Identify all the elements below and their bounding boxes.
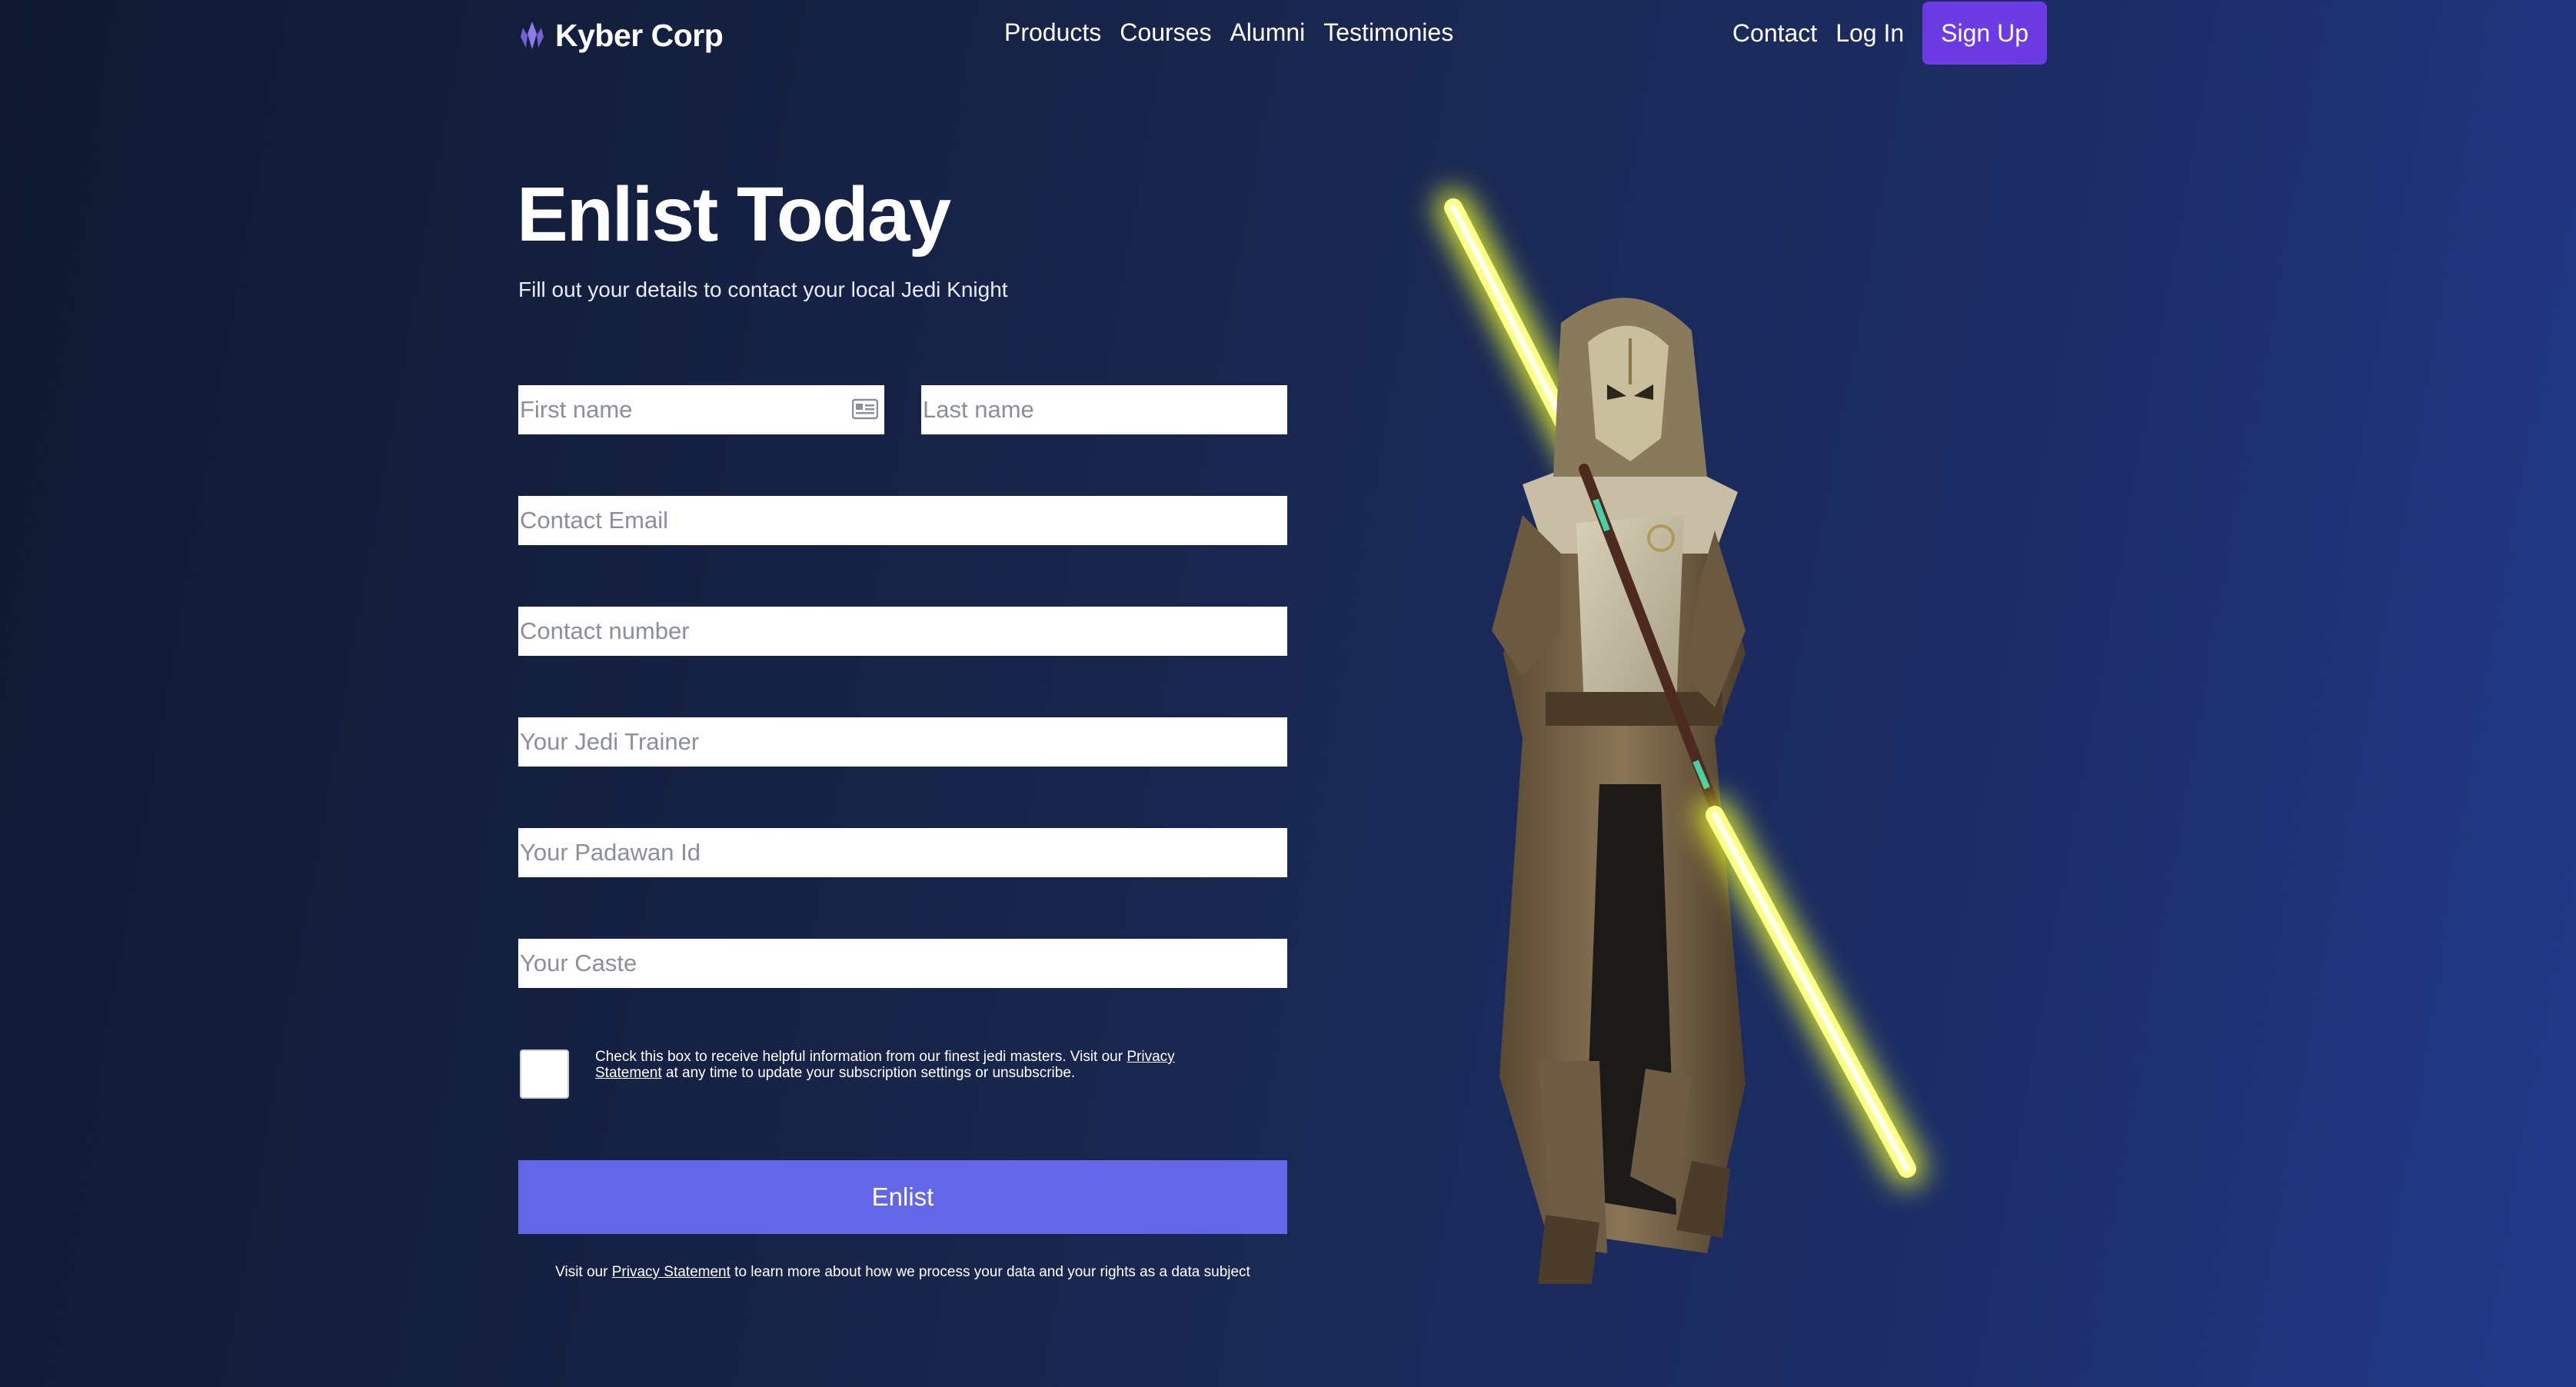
top-navigation: Kyber Corp Products Courses Alumni Testi… [0, 0, 2576, 71]
consent-text: Check this box to receive helpful inform… [595, 1049, 1233, 1081]
enlist-button[interactable]: Enlist [518, 1160, 1287, 1234]
nav-link-products[interactable]: Products [1004, 18, 1101, 47]
main-menu: Products Courses Alumni Testimonies [1004, 18, 1453, 47]
page-subtitle: Fill out your details to contact your lo… [518, 278, 1008, 301]
signup-button[interactable]: Sign Up [1922, 2, 2047, 65]
consent-text-end: at any time to update your subscription … [661, 1065, 1076, 1081]
first-name-field[interactable] [518, 385, 884, 434]
last-name-field[interactable] [921, 385, 1287, 434]
kyber-crystal-icon [521, 22, 544, 49]
footnote-text-end: to learn more about how we process your … [730, 1264, 1250, 1280]
footnote-text-start: Visit our [555, 1264, 612, 1280]
contact-card-icon[interactable] [852, 398, 878, 420]
page-title: Enlist Today [517, 171, 951, 258]
caste-field[interactable] [518, 939, 1287, 988]
privacy-footnote: Visit our Privacy Statement to learn mor… [518, 1264, 1287, 1280]
brand-name: Kyber Corp [555, 17, 724, 53]
phone-field[interactable] [518, 607, 1287, 656]
subscribe-checkbox[interactable] [520, 1049, 569, 1099]
footnote-privacy-link[interactable]: Privacy Statement [612, 1264, 731, 1280]
padawan-id-field[interactable] [518, 828, 1287, 877]
brand-logo[interactable]: Kyber Corp [518, 14, 724, 57]
login-link[interactable]: Log In [1835, 19, 1904, 48]
nav-link-alumni[interactable]: Alumni [1230, 18, 1305, 47]
nav-link-courses[interactable]: Courses [1120, 18, 1211, 47]
jedi-temple-guard-illustration [1436, 190, 1925, 1284]
jedi-trainer-field[interactable] [518, 717, 1287, 767]
lower-saber-blade [1697, 797, 1925, 1186]
email-field[interactable] [518, 496, 1287, 545]
nav-link-testimonies[interactable]: Testimonies [1323, 18, 1453, 47]
consent-text-start: Check this box to receive helpful inform… [595, 1049, 1127, 1065]
nav-link-contact[interactable]: Contact [1732, 19, 1817, 48]
account-menu: Contact Log In Sign Up [1732, 2, 2047, 65]
